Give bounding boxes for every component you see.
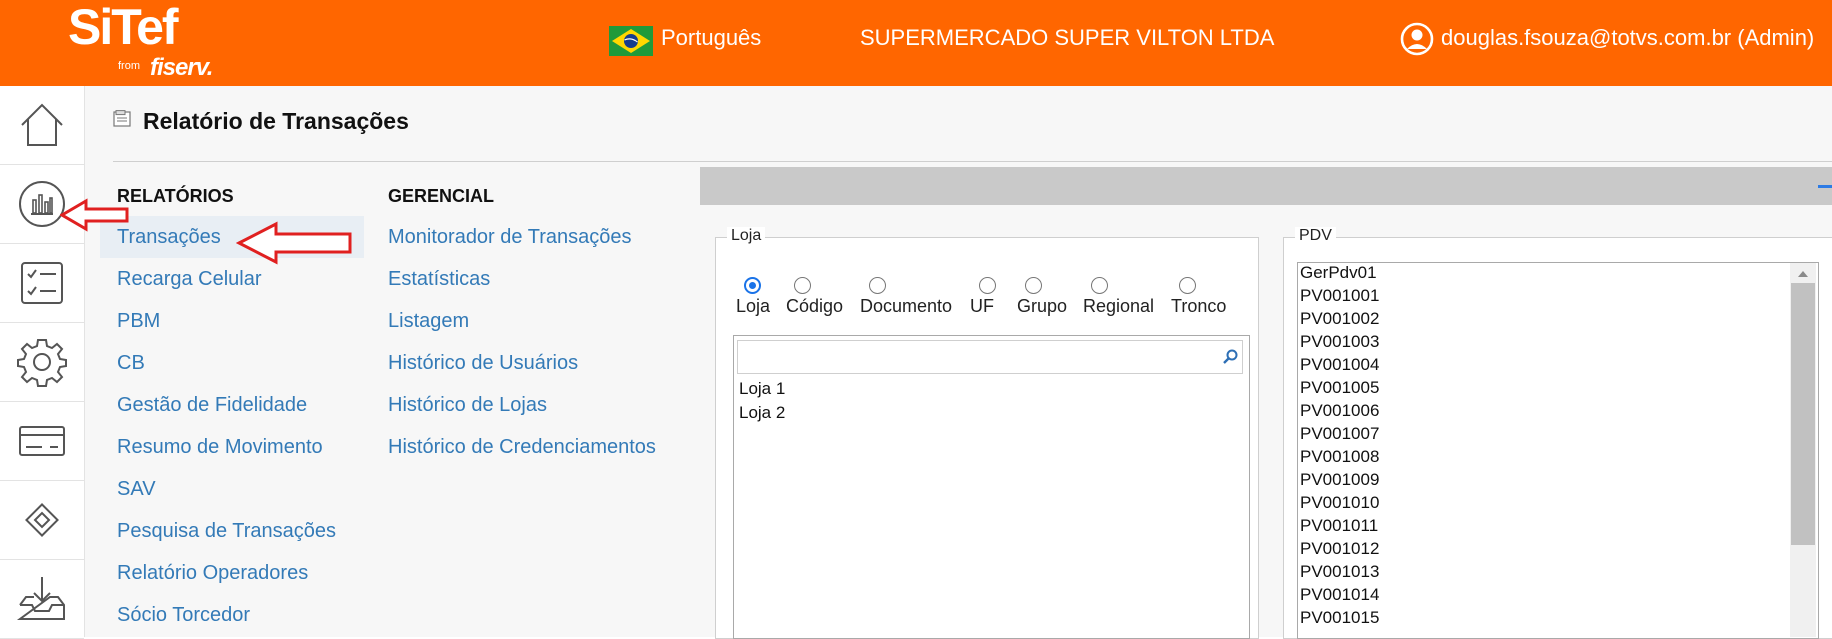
- loja-list-item[interactable]: Loja 2: [739, 403, 785, 423]
- menu-link-pesquisa-transacoes[interactable]: Pesquisa de Transações: [117, 520, 336, 543]
- radio-label-uf[interactable]: UF: [970, 296, 994, 317]
- pdv-list-item[interactable]: PV001009: [1300, 470, 1379, 490]
- sidebar-item-diamond[interactable]: [0, 481, 84, 560]
- pdv-list-item[interactable]: PV001013: [1300, 562, 1379, 582]
- menu-heading-relatorios: RELATÓRIOS: [117, 186, 234, 206]
- radio-tronco[interactable]: [1179, 277, 1196, 294]
- logo-from-text: from: [118, 60, 140, 72]
- user-account[interactable]: douglas.fsouza@totvs.com.br (Admin): [1441, 25, 1814, 51]
- pdv-list-item[interactable]: PV001006: [1300, 401, 1379, 421]
- sidebar: [0, 86, 85, 639]
- page-title: Relatório de Transações: [143, 108, 409, 134]
- radio-label-grupo[interactable]: Grupo: [1017, 296, 1067, 317]
- radio-regional[interactable]: [1091, 277, 1108, 294]
- radio-codigo[interactable]: [794, 277, 811, 294]
- loja-search-input[interactable]: [737, 340, 1243, 374]
- menu-link-estatisticas[interactable]: Estatísticas: [388, 268, 490, 291]
- pdv-list-item[interactable]: PV001001: [1300, 286, 1379, 306]
- radio-label-codigo[interactable]: Código: [786, 296, 843, 317]
- pdv-list-item[interactable]: PV001014: [1300, 585, 1379, 605]
- radio-loja[interactable]: [744, 277, 761, 294]
- menu-link-gestao-fidelidade[interactable]: Gestão de Fidelidade: [117, 394, 307, 417]
- radio-documento[interactable]: [869, 277, 886, 294]
- pdv-list-item[interactable]: PV001004: [1300, 355, 1379, 375]
- radio-grupo[interactable]: [1025, 277, 1042, 294]
- menu-link-historico-credenciamentos[interactable]: Histórico de Credenciamentos: [388, 436, 656, 459]
- loja-list-item[interactable]: Loja 1: [739, 379, 785, 399]
- menu-link-monitorador-transacoes[interactable]: Monitorador de Transações: [388, 226, 631, 249]
- menu-link-listagem[interactable]: Listagem: [388, 310, 469, 333]
- menu-link-cb[interactable]: CB: [117, 352, 145, 375]
- pdv-list-item[interactable]: PV001007: [1300, 424, 1379, 444]
- sidebar-item-cards[interactable]: [0, 402, 84, 481]
- sidebar-item-tasks[interactable]: [0, 244, 84, 323]
- annotation-arrow-menu: [236, 221, 352, 265]
- pdv-scroll-thumb[interactable]: [1791, 283, 1815, 545]
- home-icon: [21, 103, 63, 146]
- menu-link-transacoes[interactable]: Transações: [117, 226, 221, 249]
- annotation-arrow-sidebar: [60, 198, 129, 232]
- pdv-list-item[interactable]: PV001015: [1300, 608, 1379, 628]
- loja-legend: Loja: [727, 227, 766, 245]
- menu-link-historico-lojas[interactable]: Histórico de Lojas: [388, 394, 547, 417]
- user-icon[interactable]: [1400, 22, 1434, 56]
- card-icon: [19, 426, 65, 456]
- radio-uf[interactable]: [979, 277, 996, 294]
- checklist-icon: [21, 262, 63, 304]
- gear-icon: [17, 339, 67, 387]
- language-selector[interactable]: Português: [661, 25, 761, 51]
- radio-label-regional[interactable]: Regional: [1083, 296, 1154, 317]
- top-bar: SiTef from fiserv. Português SUPERMERCAD…: [0, 0, 1832, 86]
- radio-label-documento[interactable]: Documento: [860, 296, 952, 317]
- inbox-download-icon: [16, 577, 65, 620]
- collapse-icon[interactable]: [1818, 185, 1832, 188]
- logo-text: SiTef: [68, 0, 179, 55]
- menu-link-resumo-movimento[interactable]: Resumo de Movimento: [117, 436, 323, 459]
- pdv-list-item[interactable]: PV001011: [1300, 516, 1378, 536]
- sidebar-item-downloads[interactable]: [0, 560, 84, 639]
- scroll-up-icon[interactable]: [1796, 269, 1810, 279]
- title-divider: [113, 161, 1832, 162]
- diamond-icon: [25, 503, 59, 537]
- menu-link-relatorio-operadores[interactable]: Relatório Operadores: [117, 562, 308, 585]
- menu-link-socio-torcedor[interactable]: Sócio Torcedor: [117, 604, 250, 627]
- filter-panel-header: [700, 167, 1832, 205]
- pdv-list-item[interactable]: PV001003: [1300, 332, 1379, 352]
- menu-link-historico-usuarios[interactable]: Histórico de Usuários: [388, 352, 578, 375]
- menu-link-recarga-celular[interactable]: Recarga Celular: [117, 268, 262, 291]
- pdv-list-item[interactable]: PV001008: [1300, 447, 1379, 467]
- menu-link-pbm[interactable]: PBM: [117, 310, 160, 333]
- search-icon[interactable]: [1222, 349, 1238, 365]
- sidebar-item-settings[interactable]: [0, 323, 84, 402]
- radio-label-loja[interactable]: Loja: [736, 296, 770, 317]
- pdv-list-item[interactable]: PV001005: [1300, 378, 1379, 398]
- brazil-flag-icon[interactable]: [609, 26, 653, 56]
- pdv-legend: PDV: [1295, 227, 1336, 245]
- pdv-list-item[interactable]: PV001002: [1300, 309, 1379, 329]
- sidebar-item-home[interactable]: [0, 86, 84, 165]
- pdv-list-item[interactable]: PV001010: [1300, 493, 1379, 513]
- breadcrumb-icon: [113, 110, 131, 127]
- logo-brand-text: fiserv.: [150, 54, 213, 81]
- loja-listbox[interactable]: [733, 335, 1250, 639]
- pdv-list-item[interactable]: PV001012: [1300, 539, 1379, 559]
- menu-heading-gerencial: GERENCIAL: [388, 186, 495, 206]
- company-name[interactable]: SUPERMERCADO SUPER VILTON LTDA: [860, 25, 1274, 51]
- radio-label-tronco[interactable]: Tronco: [1171, 296, 1226, 317]
- pdv-list-item[interactable]: GerPdv01: [1300, 263, 1377, 283]
- menu-link-sav[interactable]: SAV: [117, 478, 156, 501]
